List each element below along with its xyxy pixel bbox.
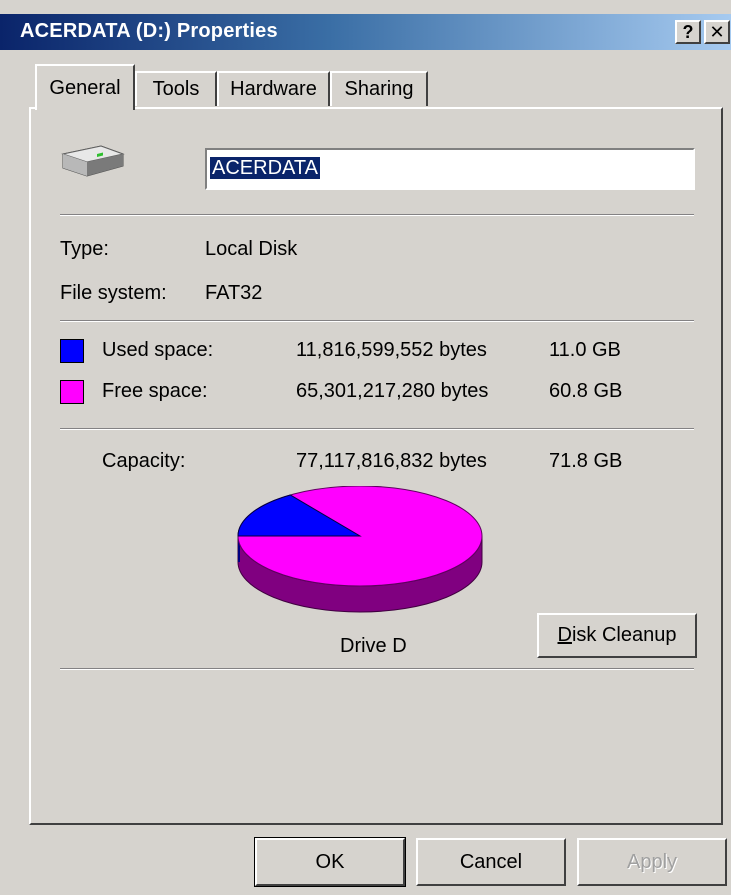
disk-cleanup-button[interactable]: Disk Cleanup [537, 613, 697, 658]
separator [60, 428, 694, 430]
volume-name-value: ACERDATA [210, 157, 320, 179]
tab-general[interactable]: General [35, 64, 135, 110]
tab-general-label: General [49, 77, 121, 99]
capacity-size: 71.8 GB [549, 450, 623, 472]
used-space-size: 11.0 GB [549, 339, 621, 361]
separator [60, 214, 694, 216]
type-label: Type: [60, 238, 109, 260]
disk-cleanup-label: isk Cleanup [571, 624, 677, 646]
disk-usage-pie-chart [237, 486, 483, 613]
apply-label: Apply [626, 851, 678, 873]
free-space-label: Free space: [102, 380, 208, 402]
tab-hardware-label: Hardware [230, 78, 317, 100]
apply-button[interactable]: Apply [577, 838, 727, 886]
file-system-value: FAT32 [205, 282, 263, 304]
tab-sharing-label: Sharing [344, 78, 414, 100]
separator [60, 668, 694, 670]
used-space-swatch [60, 339, 84, 363]
used-space-bytes: 11,816,599,552 bytes [296, 339, 487, 361]
volume-name-input[interactable]: ACERDATA [205, 148, 695, 190]
capacity-label: Capacity: [102, 450, 186, 472]
properties-dialog: ACERDATA (D:) Properties ? ✕ General Too… [0, 0, 731, 895]
tab-tools-label: Tools [152, 78, 200, 100]
separator [60, 320, 694, 322]
close-icon: ✕ [709, 22, 725, 42]
free-space-size: 60.8 GB [549, 380, 623, 402]
tab-hardware[interactable]: Hardware [217, 71, 330, 106]
tab-tools[interactable]: Tools [135, 71, 217, 106]
used-space-label: Used space: [102, 339, 214, 361]
capacity-bytes: 77,117,816,832 bytes [296, 450, 487, 472]
ok-button[interactable]: OK [254, 837, 406, 887]
cancel-label: Cancel [459, 851, 523, 873]
free-space-bytes: 65,301,217,280 bytes [296, 380, 489, 402]
ok-label: OK [315, 851, 345, 873]
disk-cleanup-mnemonic: D [557, 624, 572, 646]
window-title: ACERDATA (D:) Properties [20, 20, 278, 42]
hard-drive-icon [61, 145, 125, 177]
type-value: Local Disk [205, 238, 298, 260]
tab-sharing[interactable]: Sharing [330, 71, 428, 106]
title-bar[interactable]: ACERDATA (D:) Properties ? ✕ [0, 14, 731, 50]
help-icon: ? [682, 22, 694, 42]
drive-label: Drive D [340, 635, 407, 657]
close-button[interactable]: ✕ [704, 20, 730, 44]
free-space-swatch [60, 380, 84, 404]
help-button[interactable]: ? [675, 20, 701, 44]
cancel-button[interactable]: Cancel [416, 838, 566, 886]
file-system-label: File system: [60, 282, 167, 304]
